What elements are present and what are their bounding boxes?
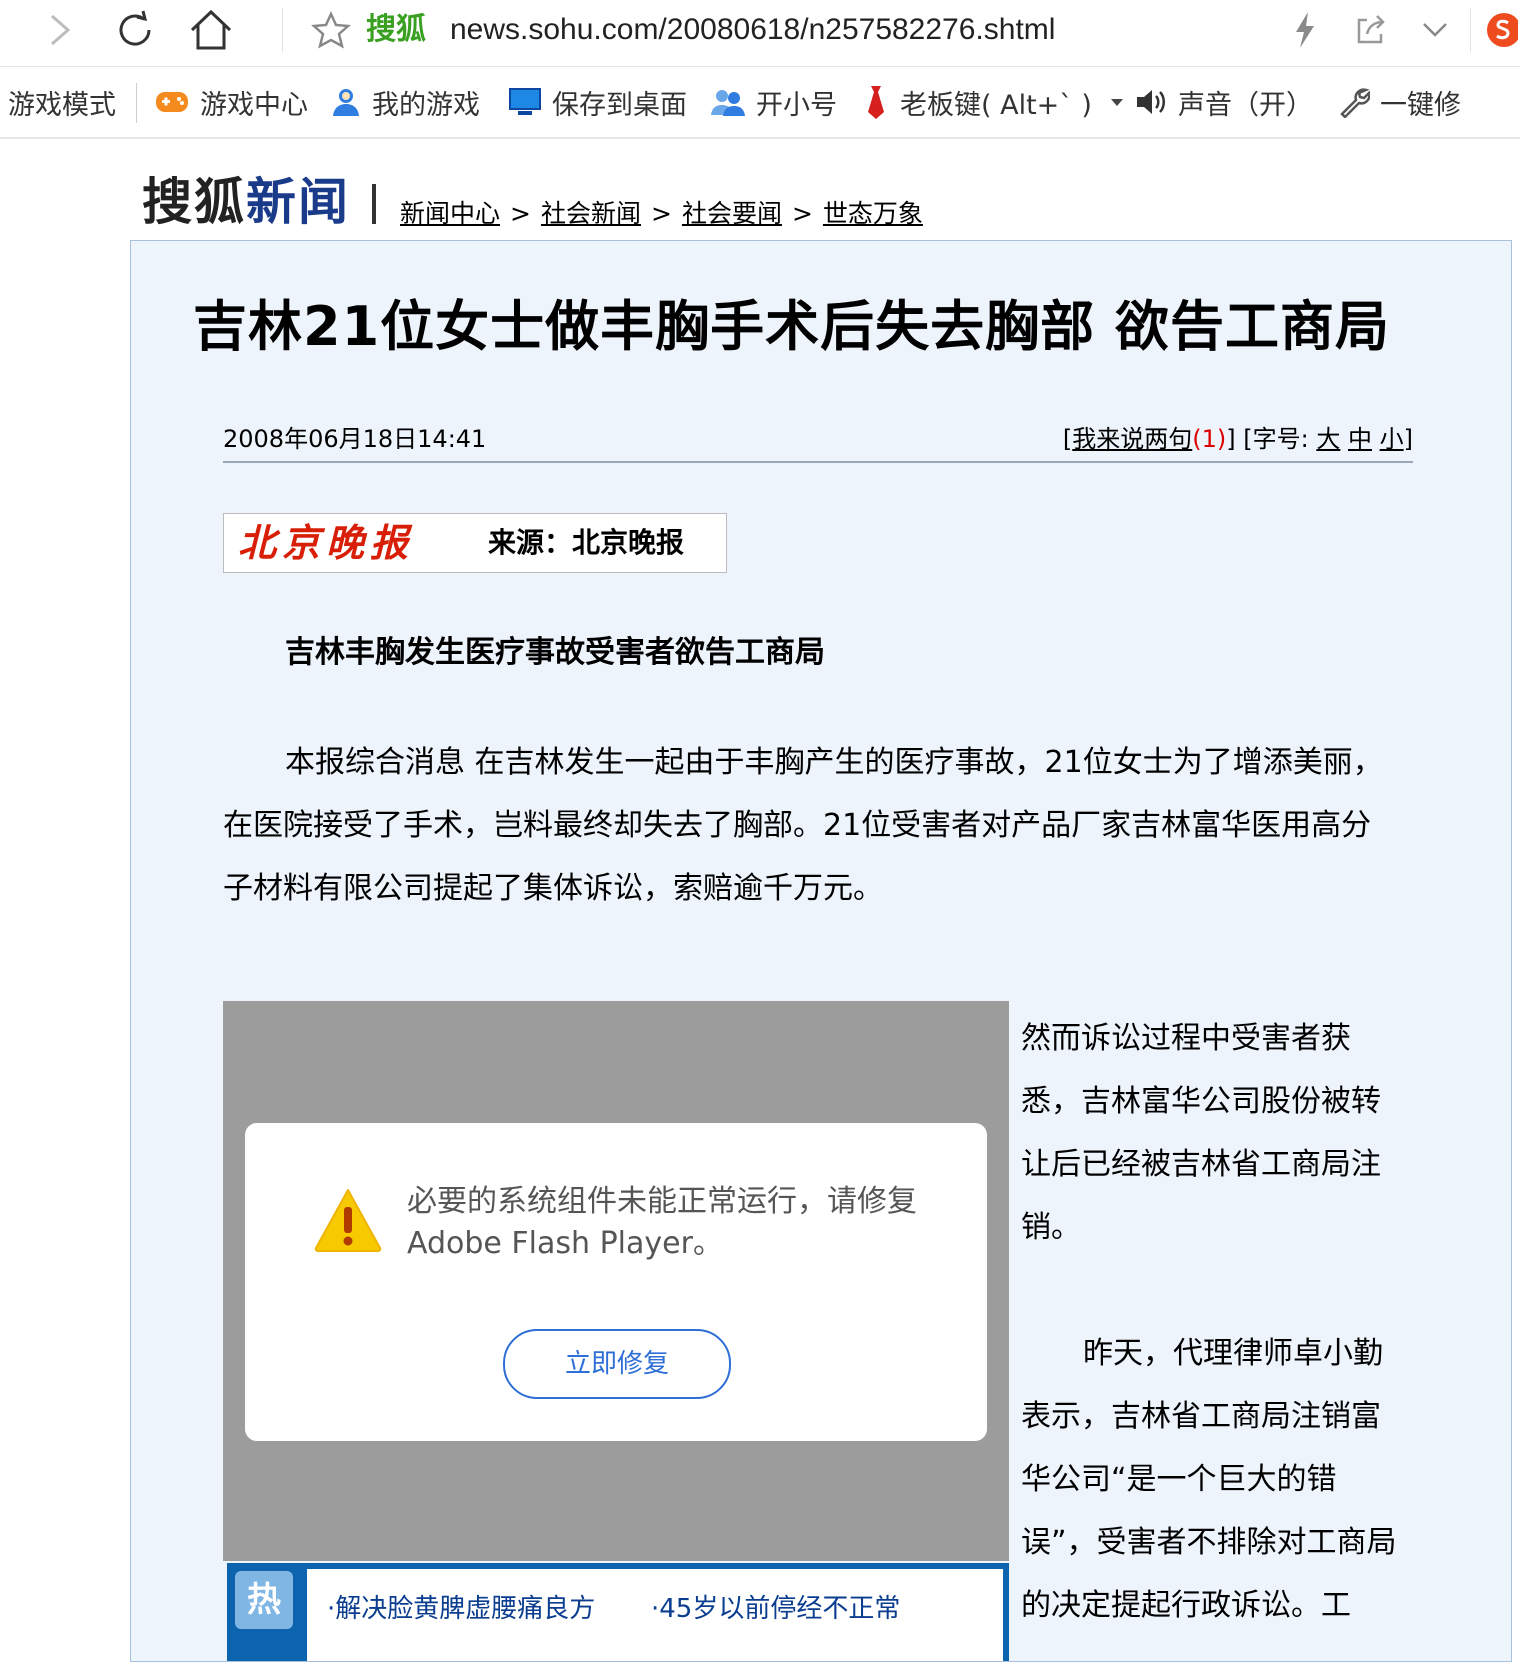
user-icon [330,86,362,118]
article-paragraph: 昨天，代理律师卓小勤表示，吉林省工商局注销富华公司“是一个巨大的错误”，受害者不… [1021,1336,1397,1623]
tie-icon [862,84,890,120]
source-label: 来源：北京晚报 [488,526,685,559]
bookmark-save-desktop[interactable]: 保存到桌面 [508,67,687,137]
article-meta: 2008年06月18日14:41 [我来说两句(1)] [字号: 大 中 小] [223,421,1413,463]
site-brand-label: 搜狐 [366,12,426,47]
bookmark-sound[interactable]: 声音（开） [1134,67,1313,137]
star-icon [311,10,351,49]
article-paragraph: 本报综合消息 在吉林发生一起由于丰胸产生的医疗事故，21位女士为了增添美丽，在医… [223,745,1383,906]
forward-button[interactable] [34,0,84,60]
bookmark-my-games[interactable]: 我的游戏 [330,67,480,137]
breadcrumb-separator: > [791,199,813,228]
bookmark-label: 游戏模式 [8,89,116,121]
article-side-column: 然而诉讼过程中受害者获悉，吉林富华公司股份被转让后已经被吉林省工商局注销。 昨天… [1021,1007,1401,1637]
flash-player-area: 必要的系统组件未能正常运行，请修复 Adobe Flash Player。 立即… [223,1001,1009,1561]
accelerate-button[interactable] [1280,0,1330,60]
share-button[interactable] [1346,0,1396,60]
article-paragraph: 然而诉讼过程中受害者获悉，吉林富华公司股份被转让后已经被吉林省工商局注销。 [1021,1021,1381,1245]
bookmark-label: 开小号 [756,89,837,121]
flash-error-message: 必要的系统组件未能正常运行，请修复 Adobe Flash Player。 [407,1184,917,1261]
browser-toolbar: 搜狐 news.sohu.com/20080618/n257582276.sht… [0,0,1520,67]
chevron-down-icon [1423,23,1447,37]
bookmark-game-center[interactable]: 游戏中心 [154,67,308,137]
article-tools: [我来说两句(1)] [字号: 大 中 小] [1063,421,1413,457]
address-bar-url[interactable]: news.sohu.com/20080618/n257582276.shtml [450,6,1055,54]
bookmark-divider [136,83,137,123]
lightning-icon [1296,12,1314,48]
comment-count[interactable]: (1) [1192,425,1226,453]
breadcrumb-separator: > [650,199,672,228]
sohu-news-logo[interactable]: 搜狐新闻 [142,170,350,234]
hot-links-bar: 热 ·解决脸黄脾虚腰痛良方 ·45岁以前停经不正常 [227,1563,1009,1661]
reload-icon [119,10,151,46]
font-size-label: [字号: [1235,425,1309,453]
sogou-icon [1487,13,1518,47]
bookmark-label: 我的游戏 [372,89,480,121]
comment-link[interactable]: 我来说两句 [1072,425,1192,453]
breadcrumb-news-center[interactable]: 新闻中心 [400,199,500,228]
dropdown-button[interactable] [1410,0,1460,60]
flash-error-card: 必要的系统组件未能正常运行，请修复 Adobe Flash Player。 立即… [245,1123,987,1441]
bracket: [ [1062,425,1073,453]
caret-down-icon[interactable] [1110,97,1124,107]
logo-part-sohu: 搜狐 [142,172,246,231]
breadcrumb-world-affairs[interactable]: 世态万象 [823,199,923,228]
font-size-small[interactable]: 小 [1380,425,1404,453]
breadcrumb: 新闻中心 > 社会新闻 > 社会要闻 > 世态万象 [400,196,923,232]
wrench-icon [1338,86,1370,118]
bookmark-boss-key[interactable]: 老板键( Alt+` ) [862,67,1124,137]
bracket: ] [1226,425,1236,453]
hot-link[interactable]: ·45岁以前停经不正常 [651,1589,900,1629]
reload-button[interactable] [110,0,160,60]
bookmark-game-mode[interactable]: 游戏模式 [8,67,116,137]
article-panel: 吉林21位女士做丰胸手术后失去胸部 欲告工商局 2008年06月18日14:41… [130,240,1512,1662]
users-icon [710,87,746,117]
bookmark-label: 保存到桌面 [552,89,687,121]
bookmark-label: 老板键( Alt+` ) [900,89,1092,121]
breadcrumb-social-news[interactable]: 社会新闻 [541,199,641,228]
bookmark-star-button[interactable] [306,0,356,60]
toolbar-divider [1470,8,1471,52]
bookmark-bar: 游戏模式 游戏中心 我的游戏 保存到桌面 开小号 老板键( Alt+` ) 声音… [0,67,1520,139]
beijing-evening-news-logo: 北京晚报 [238,520,415,565]
repair-now-button[interactable]: 立即修复 [503,1329,731,1399]
logo-divider [372,184,376,224]
sogou-button[interactable] [1476,0,1520,60]
bookmark-label: 游戏中心 [200,89,308,121]
logo-part-news: 新闻 [246,172,350,231]
bracket: ] [1403,425,1413,453]
breadcrumb-separator: > [510,199,531,228]
article-subhead: 吉林丰胸发生医疗事故受害者欲告工商局 [285,635,825,670]
warning-icon [314,1189,382,1252]
chevron-right-icon [51,14,71,46]
hot-link[interactable]: ·解决脸黄脾虚腰痛良方 [327,1589,595,1629]
bookmark-label: 一键修 [1380,89,1461,121]
source-box: 北京晚报 来源：北京晚报 [223,513,727,573]
gamepad-icon [154,88,190,116]
hot-badge: 热 [235,1571,293,1629]
bookmark-one-click-repair[interactable]: 一键修 [1338,67,1461,137]
toolbar-divider [282,8,283,52]
monitor-icon [508,87,542,117]
article-date: 2008年06月18日14:41 [223,425,487,453]
home-button[interactable] [186,0,236,60]
breadcrumb-social-headlines[interactable]: 社会要闻 [682,199,782,228]
font-size-large[interactable]: 大 [1316,425,1340,453]
article-title: 吉林21位女士做丰胸手术后失去胸部 欲告工商局 [193,295,1390,358]
speaker-icon [1134,87,1168,117]
hot-links-panel: ·解决脸黄脾虚腰痛良方 ·45岁以前停经不正常 [307,1569,1003,1661]
bookmark-new-account[interactable]: 开小号 [710,67,837,137]
bookmark-label: 声音（开） [1178,89,1313,121]
font-size-medium[interactable]: 中 [1348,425,1372,453]
home-icon [190,9,232,50]
share-icon [1357,15,1385,44]
